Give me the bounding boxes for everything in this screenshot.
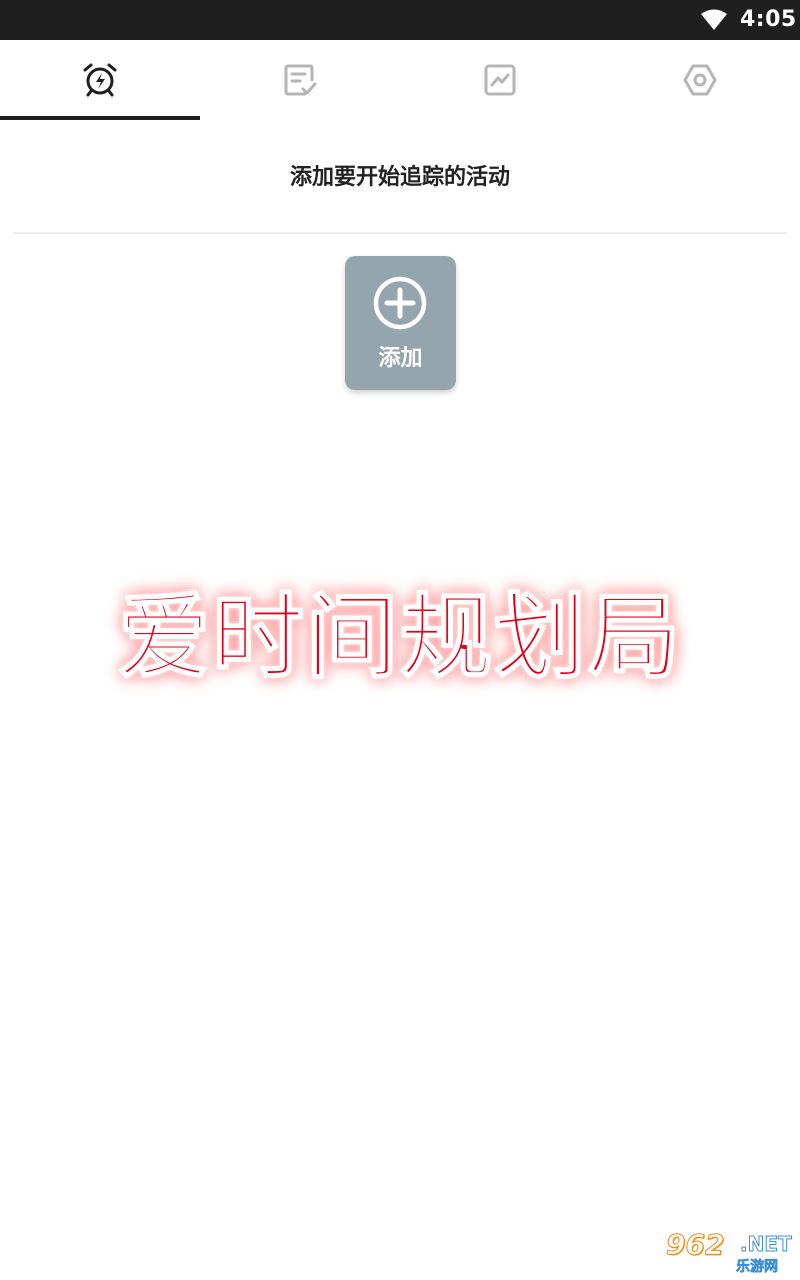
- status-time: 4:05: [740, 7, 797, 32]
- tab-statistics[interactable]: [400, 40, 600, 120]
- tab-records[interactable]: [200, 40, 400, 120]
- settings-hexagon-icon: [683, 64, 717, 96]
- status-bar: 4:05: [0, 0, 800, 40]
- watermark-suffix: .NET: [740, 1232, 793, 1257]
- active-tab-indicator: [0, 116, 200, 120]
- watermark-site-name: 乐游网: [736, 1259, 779, 1276]
- add-activity-button[interactable]: 添加: [345, 256, 456, 390]
- site-watermark: 962 .NET 乐游网: [662, 1228, 796, 1276]
- wifi-icon: [701, 9, 727, 30]
- tab-timer[interactable]: [0, 40, 200, 120]
- line-chart-icon: [484, 64, 516, 96]
- tab-bar: [0, 40, 800, 120]
- add-button-label: 添加: [378, 346, 423, 371]
- watermark-number: 962: [665, 1228, 725, 1262]
- promo-overlay-title: 爱时间规划局: [117, 583, 682, 692]
- alarm-clock-icon: [83, 63, 117, 97]
- tab-settings[interactable]: [600, 40, 800, 120]
- plus-circle-icon: [373, 276, 427, 330]
- page-heading: 添加要开始追踪的活动: [289, 165, 510, 190]
- checklist-note-icon: [284, 64, 317, 96]
- divider: [13, 232, 787, 234]
